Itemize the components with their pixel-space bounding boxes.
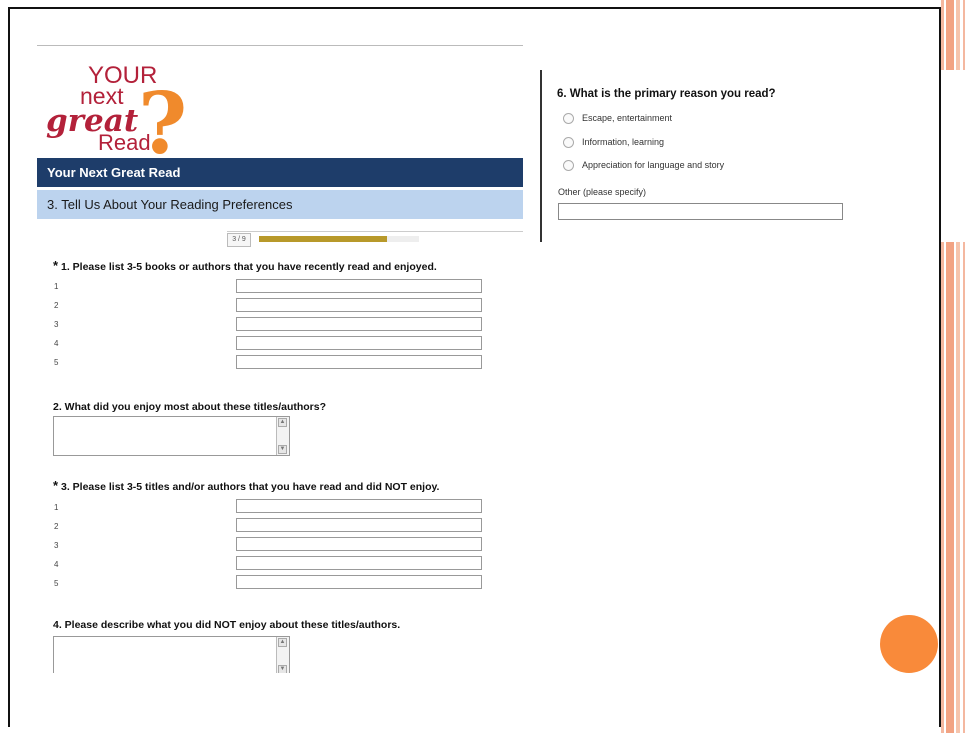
scroll-up-icon[interactable]: ▲ bbox=[278, 638, 287, 647]
q1-answer-field-2[interactable] bbox=[236, 298, 482, 312]
q1-answer-field-4[interactable] bbox=[236, 336, 482, 350]
question-4: 4. Please describe what you did NOT enjo… bbox=[53, 619, 400, 631]
section-title: 3. Tell Us About Your Reading Preference… bbox=[37, 190, 523, 219]
row-number: 2 bbox=[54, 301, 59, 310]
q3-answer-field-5[interactable] bbox=[236, 575, 482, 589]
q1-answer-field-3[interactable] bbox=[236, 317, 482, 331]
row-number: 3 bbox=[54, 320, 59, 329]
option-appreciation[interactable]: Appreciation for language and story bbox=[563, 160, 725, 172]
question-3: * 3. Please list 3-5 titles and/or autho… bbox=[53, 478, 439, 493]
q1-answer-field-5[interactable] bbox=[236, 355, 482, 369]
required-star-icon: * bbox=[53, 258, 59, 273]
row-number: 5 bbox=[54, 579, 59, 588]
option-label: Escape, entertainment bbox=[582, 113, 673, 123]
q3-answer-field-2[interactable] bbox=[236, 518, 482, 532]
question-2: 2. What did you enjoy most about these t… bbox=[53, 401, 326, 413]
row-number: 4 bbox=[54, 339, 59, 348]
row-number: 3 bbox=[54, 541, 59, 550]
question-1-text: 1. Please list 3-5 books or authors that… bbox=[60, 261, 437, 273]
row-number: 4 bbox=[54, 560, 59, 569]
row-number: 2 bbox=[54, 522, 59, 531]
slide: YOUR next great Read ? Your Next Great R… bbox=[0, 0, 971, 733]
question-mark-icon: ? bbox=[138, 74, 187, 161]
q4-answer-textarea[interactable]: ▲ ▼ bbox=[53, 636, 290, 673]
progress-track bbox=[259, 236, 419, 242]
progress-indicator: 3 / 9 bbox=[227, 231, 523, 247]
radio-button[interactable] bbox=[563, 137, 574, 149]
browser-edge bbox=[37, 45, 523, 50]
question-6-text: 6. What is the primary reason you read? bbox=[557, 88, 776, 100]
row-number: 5 bbox=[54, 358, 59, 367]
scroll-up-icon[interactable]: ▲ bbox=[278, 418, 287, 427]
row-number: 1 bbox=[54, 282, 59, 291]
option-information[interactable]: Information, learning bbox=[563, 137, 665, 149]
required-star-icon: * bbox=[53, 478, 59, 493]
other-label: Other (please specify) bbox=[558, 187, 647, 197]
question-3-text: 3. Please list 3-5 titles and/or authors… bbox=[60, 481, 440, 493]
row-number: 1 bbox=[54, 503, 59, 512]
scroll-down-icon[interactable]: ▼ bbox=[278, 445, 287, 454]
progress-fill bbox=[259, 236, 387, 242]
progress-label: 3 / 9 bbox=[227, 233, 251, 247]
stripe-gap bbox=[941, 70, 966, 242]
question-4-text: 4. Please describe what you did NOT enjo… bbox=[53, 619, 401, 631]
option-label: Information, learning bbox=[582, 137, 665, 147]
question-2-text: 2. What did you enjoy most about these t… bbox=[53, 401, 327, 413]
other-specify-input[interactable] bbox=[558, 203, 843, 220]
your-next-great-read-logo: YOUR next great Read ? bbox=[46, 62, 187, 161]
textarea-scrollbar[interactable]: ▲ ▼ bbox=[276, 637, 289, 673]
scroll-down-icon[interactable]: ▼ bbox=[278, 665, 287, 673]
question-1: * 1. Please list 3-5 books or authors th… bbox=[53, 258, 437, 273]
panel-divider bbox=[540, 70, 542, 242]
q2-answer-textarea[interactable]: ▲ ▼ bbox=[53, 416, 290, 456]
q1-answer-field-1[interactable] bbox=[236, 279, 482, 293]
radio-button[interactable] bbox=[563, 113, 574, 125]
textarea-scrollbar[interactable]: ▲ ▼ bbox=[276, 417, 289, 455]
option-escape[interactable]: Escape, entertainment bbox=[563, 113, 673, 125]
radio-button[interactable] bbox=[563, 160, 574, 172]
survey-header: Your Next Great Read bbox=[37, 158, 523, 187]
option-label: Appreciation for language and story bbox=[582, 160, 725, 170]
decorative-circle bbox=[880, 615, 938, 673]
survey-screenshot: YOUR next great Read ? Your Next Great R… bbox=[37, 45, 523, 673]
q3-answer-field-4[interactable] bbox=[236, 556, 482, 570]
q3-answer-field-3[interactable] bbox=[236, 537, 482, 551]
q3-answer-field-1[interactable] bbox=[236, 499, 482, 513]
